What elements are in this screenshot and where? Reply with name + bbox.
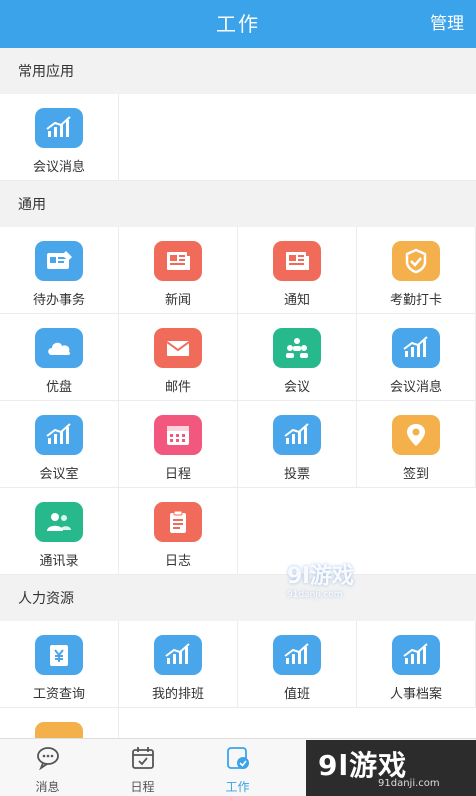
chart-up-icon xyxy=(392,635,440,675)
app-tile-label: 新闻 xyxy=(164,293,191,308)
clipboard-icon xyxy=(154,502,202,542)
app-tile-label: 会议消息 xyxy=(32,160,85,175)
chat-bubble-icon xyxy=(35,739,61,774)
app-tile[interactable]: 日程 xyxy=(119,401,238,488)
location-pin-icon xyxy=(392,415,440,455)
app-tile[interactable]: 优盘 xyxy=(0,314,119,401)
app-tile[interactable]: 投票 xyxy=(238,401,357,488)
app-tile[interactable]: 邮件 xyxy=(119,314,238,401)
tab-item[interactable]: 工作 xyxy=(190,739,285,796)
app-tile-label: 通讯录 xyxy=(39,554,79,569)
tab-item[interactable]: 日程 xyxy=(95,739,190,796)
newspaper-icon xyxy=(273,241,321,281)
watermark-logo: 9l游戏 91danji.com xyxy=(287,558,354,600)
work-check-icon xyxy=(225,739,251,774)
common-apps-grid: 会议消息 xyxy=(0,94,476,181)
app-tile-label: 人事档案 xyxy=(389,687,442,702)
app-tile-label: 会议室 xyxy=(39,467,79,482)
app-tile-label: 工资查询 xyxy=(32,687,85,702)
app-tile[interactable]: 值班 xyxy=(238,621,357,708)
empty-tile xyxy=(119,708,238,738)
app-tile-label: 通知 xyxy=(283,293,310,308)
app-tile-label: 会议 xyxy=(283,380,310,395)
app-tile[interactable]: 会议消息 xyxy=(0,94,119,181)
calendar-icon xyxy=(154,415,202,455)
empty-tile xyxy=(357,488,476,575)
app-tile-label: 投票 xyxy=(283,467,310,482)
app-tile-label: 我的排班 xyxy=(151,687,204,702)
yen-icon xyxy=(35,635,83,675)
section-title-hr: 人力资源 xyxy=(0,575,476,621)
manage-button[interactable]: 管理 xyxy=(430,0,464,48)
tab-label: 消息 xyxy=(35,780,60,794)
app-tile-label: 签到 xyxy=(402,467,429,482)
app-tile[interactable]: 人事档案 xyxy=(357,621,476,708)
id-card-icon xyxy=(35,241,83,281)
app-tile-label: 日程 xyxy=(164,467,191,482)
app-tile[interactable]: 会议室 xyxy=(0,401,119,488)
hr-apps-grid-next-row xyxy=(0,708,476,738)
empty-tile xyxy=(119,94,238,181)
people-icon xyxy=(273,328,321,368)
empty-tile xyxy=(238,94,357,181)
chart-up-icon xyxy=(35,108,83,148)
header-bar: 工作 管理 xyxy=(0,0,476,48)
app-tile[interactable]: 待办事务 xyxy=(0,227,119,314)
site-logo-badge: 9l游戏 91danji.com xyxy=(306,740,476,796)
app-tile-label: 值班 xyxy=(283,687,310,702)
chart-up-icon xyxy=(154,635,202,675)
contacts-icon xyxy=(35,502,83,542)
app-tile-partial[interactable] xyxy=(0,708,119,738)
tab-label: 工作 xyxy=(225,780,250,794)
chart-up-icon xyxy=(273,635,321,675)
hr-apps-grid: 工资查询 我的排班 值班 人事档案 xyxy=(0,621,476,708)
empty-tile xyxy=(238,708,357,738)
watermark-text: 9l游戏 xyxy=(287,564,354,589)
app-tile-label: 优盘 xyxy=(45,380,72,395)
logo-url: 91danji.com xyxy=(378,778,440,789)
app-list[interactable]: 常用应用 会议消息 通用 待办事务 新闻 通知 考勤打卡优盘 邮件 会议 会议消息会议室 日程… xyxy=(0,48,476,738)
app-tile[interactable]: 签到 xyxy=(357,401,476,488)
app-tile[interactable]: 考勤打卡 xyxy=(357,227,476,314)
tab-item[interactable]: 消息 xyxy=(0,739,95,796)
app-tile[interactable]: 会议消息 xyxy=(357,314,476,401)
app-tile-label: 会议消息 xyxy=(389,380,442,395)
mail-icon xyxy=(154,328,202,368)
tab-label: 日程 xyxy=(130,780,155,794)
calendar-check-icon xyxy=(130,739,156,774)
empty-tile xyxy=(357,708,476,738)
app-tile-label: 日志 xyxy=(164,554,191,569)
page-title: 工作 xyxy=(216,12,260,36)
app-tile-label: 考勤打卡 xyxy=(389,293,442,308)
section-title-general: 通用 xyxy=(0,181,476,227)
cloud-icon xyxy=(35,328,83,368)
watermark-url: 91danji.com xyxy=(287,590,343,600)
app-tile-label: 待办事务 xyxy=(32,293,85,308)
app-tile[interactable]: 我的排班 xyxy=(119,621,238,708)
general-apps-grid: 待办事务 新闻 通知 考勤打卡优盘 邮件 会议 会议消息会议室 日程 投票 签到通讯录 日志 xyxy=(0,227,476,575)
app-tile-label: 邮件 xyxy=(164,380,191,395)
check-badge-icon xyxy=(392,241,440,281)
app-tile[interactable]: 通知 xyxy=(238,227,357,314)
newspaper-icon xyxy=(154,241,202,281)
empty-tile xyxy=(357,94,476,181)
app-tile[interactable]: 通讯录 xyxy=(0,488,119,575)
app-tile[interactable]: 日志 xyxy=(119,488,238,575)
section-title-common: 常用应用 xyxy=(0,48,476,94)
chart-up-icon xyxy=(273,415,321,455)
app-tile[interactable]: 新闻 xyxy=(119,227,238,314)
chart-up-icon xyxy=(35,415,83,455)
app-tile[interactable]: 工资查询 xyxy=(0,621,119,708)
chart-up-icon xyxy=(392,328,440,368)
app-tile[interactable]: 会议 xyxy=(238,314,357,401)
app-icon-partial xyxy=(35,722,83,738)
